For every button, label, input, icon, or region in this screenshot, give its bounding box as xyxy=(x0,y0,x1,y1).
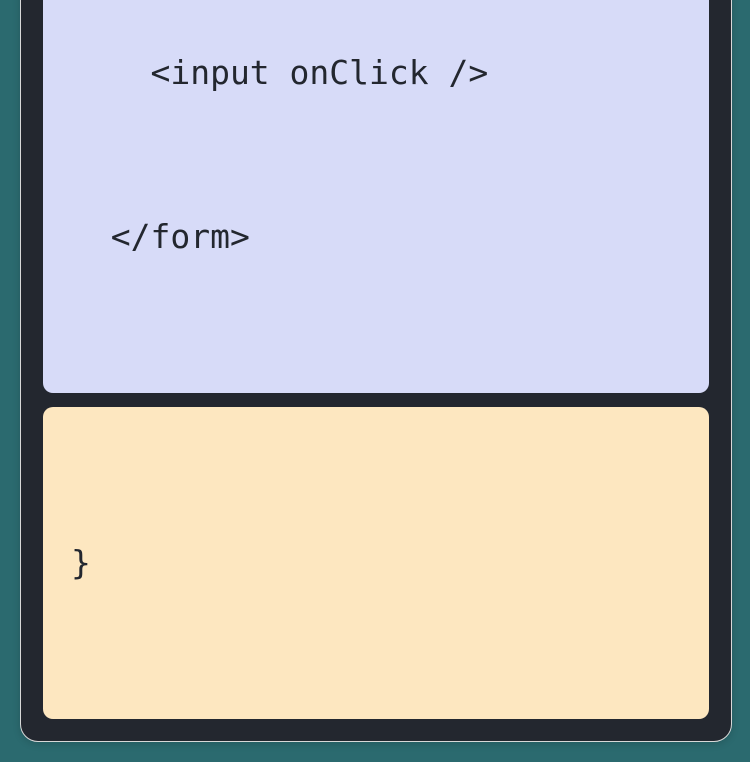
code-line: <input onClick /> xyxy=(71,46,681,100)
jsx-markup-block: <form onSubmit> <input onClick /> <input… xyxy=(43,0,709,393)
code-line: } xyxy=(71,536,681,590)
code-diagram-card: Form() { onClick() {...} onSubmit() {...… xyxy=(20,0,732,742)
code-line: </form> xyxy=(71,210,681,264)
js-closing-block: } xyxy=(43,407,709,719)
spacer xyxy=(43,393,709,407)
